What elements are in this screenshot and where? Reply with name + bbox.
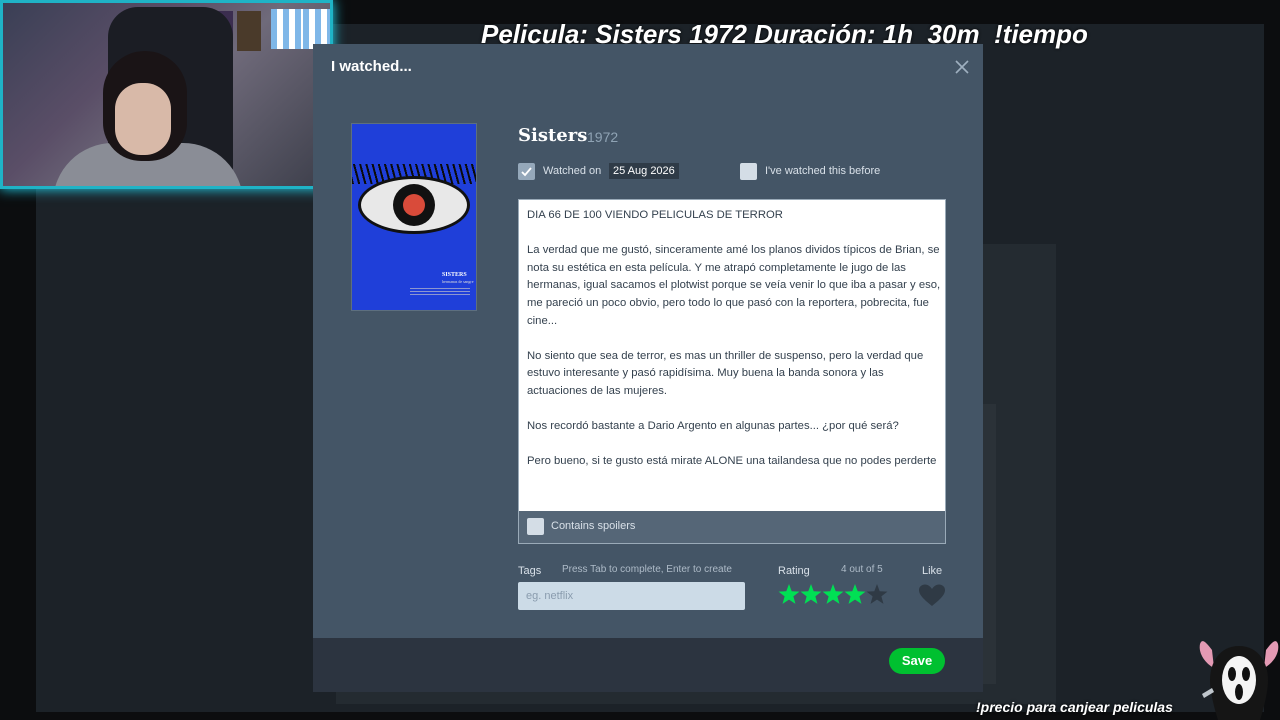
spoilers-checkbox[interactable]: [527, 518, 544, 535]
webcam-overlay: [0, 0, 333, 189]
poster-pupil: [403, 194, 425, 216]
ghostface-mascot-icon: [1199, 641, 1279, 720]
film-title: Sisters: [518, 125, 588, 146]
rewatch-checkbox[interactable]: [740, 163, 757, 180]
checkmark-icon: [521, 167, 532, 177]
star-empty-icon[interactable]: [866, 584, 888, 604]
like-button[interactable]: [918, 584, 946, 608]
film-year: 1972: [587, 129, 619, 145]
star-filled-icon[interactable]: [822, 584, 844, 604]
star-rating[interactable]: [778, 583, 890, 607]
watched-on-checkbox[interactable]: [518, 163, 535, 180]
close-button[interactable]: [951, 56, 973, 78]
tags-hint: Press Tab to complete, Enter to create: [562, 564, 732, 575]
flag-decoration: [271, 9, 303, 49]
heart-icon: [919, 584, 945, 606]
review-text: DIA 66 DE 100 VIENDO PELICULAS DE TERROR…: [527, 209, 941, 468]
star-filled-icon[interactable]: [778, 584, 800, 604]
watched-date[interactable]: 25 Aug 2026: [609, 163, 679, 179]
rewatch-label: I've watched this before: [765, 165, 881, 177]
rating-label: Rating: [778, 565, 810, 577]
poster-credits: [410, 287, 470, 295]
streamer-face: [115, 83, 171, 155]
poster-title: SISTERS: [442, 272, 467, 278]
film-poster: SISTERS hermanas de sangre: [351, 123, 477, 311]
tags-input[interactable]: [518, 582, 745, 610]
modal-title: I watched...: [331, 58, 412, 75]
watched-on-label: Watched on: [543, 165, 602, 177]
save-button[interactable]: Save: [889, 648, 945, 674]
rating-value-text: 4 out of 5: [841, 564, 883, 575]
stream-footer-text: !precio para canjear peliculas: [976, 699, 1173, 715]
star-filled-icon[interactable]: [844, 584, 866, 604]
close-icon: [955, 60, 969, 74]
spoilers-label: Contains spoilers: [551, 520, 636, 532]
star-filled-icon[interactable]: [800, 584, 822, 604]
spoiler-bar: Contains spoilers: [518, 511, 946, 544]
review-textarea[interactable]: DIA 66 DE 100 VIENDO PELICULAS DE TERROR…: [518, 199, 946, 512]
poster-subtitle: hermanas de sangre: [442, 279, 474, 284]
like-label: Like: [922, 565, 943, 577]
tags-label: Tags: [518, 565, 542, 577]
modal-footer: Save: [313, 638, 983, 692]
poster-decoration: [237, 11, 261, 51]
flag-decoration: [303, 9, 330, 49]
log-film-modal: I watched... SISTERS hermanas de sangre …: [313, 44, 983, 692]
